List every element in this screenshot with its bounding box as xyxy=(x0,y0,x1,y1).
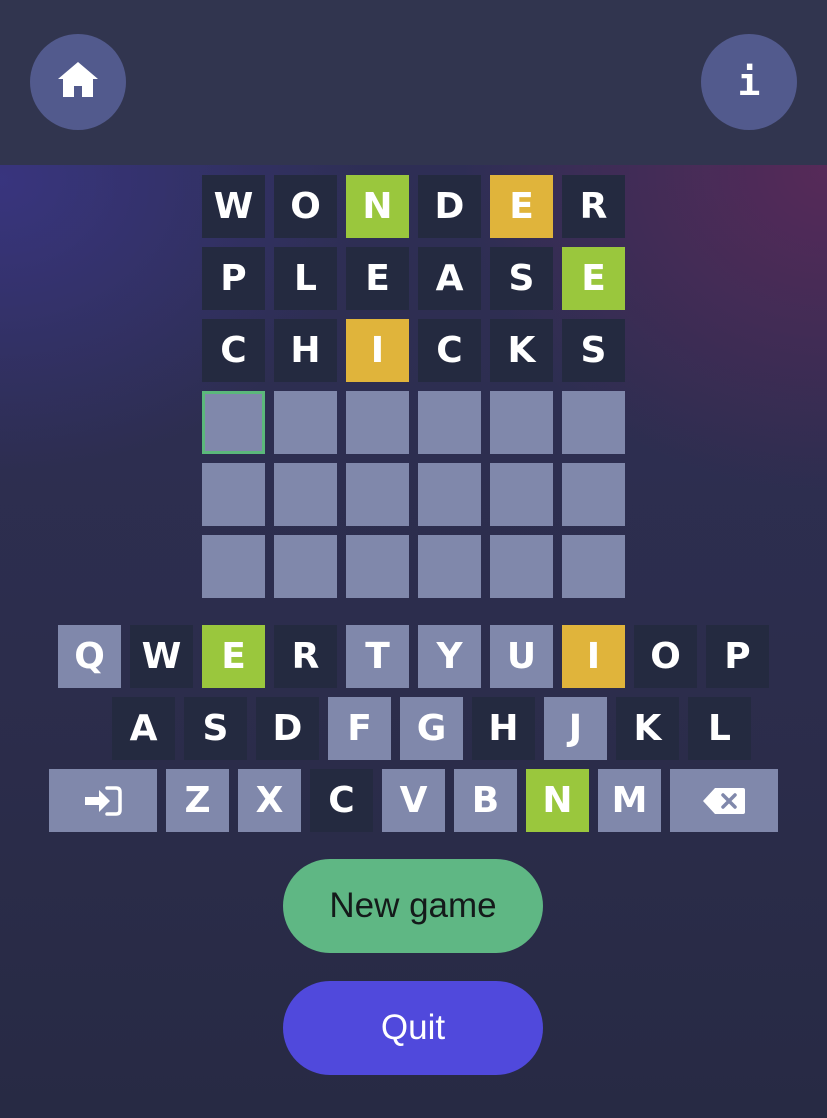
board-tile xyxy=(418,391,481,454)
board-tile: E xyxy=(346,247,409,310)
board-tile xyxy=(490,463,553,526)
board-tile xyxy=(202,391,265,454)
board-tile: A xyxy=(418,247,481,310)
key-i[interactable]: I xyxy=(562,625,625,688)
key-y[interactable]: Y xyxy=(418,625,481,688)
board-tile: H xyxy=(274,319,337,382)
board-tile: W xyxy=(202,175,265,238)
board-tile: R xyxy=(562,175,625,238)
board-tile: S xyxy=(490,247,553,310)
board-tile xyxy=(346,463,409,526)
key-k[interactable]: K xyxy=(616,697,679,760)
new-game-button[interactable]: New game xyxy=(283,859,543,953)
key-b[interactable]: B xyxy=(454,769,517,832)
board-tile xyxy=(562,535,625,598)
key-z[interactable]: Z xyxy=(166,769,229,832)
board-tile xyxy=(490,535,553,598)
keyboard-row-3: ZXCVBNM xyxy=(49,769,778,832)
board-tile: O xyxy=(274,175,337,238)
board-tile xyxy=(202,535,265,598)
key-d[interactable]: D xyxy=(256,697,319,760)
board-tile: C xyxy=(418,319,481,382)
board-tile xyxy=(274,463,337,526)
board-tile: E xyxy=(562,247,625,310)
backspace-icon xyxy=(702,787,746,815)
home-button[interactable] xyxy=(30,34,126,130)
key-s[interactable]: S xyxy=(184,697,247,760)
key-m[interactable]: M xyxy=(598,769,661,832)
board-tile xyxy=(418,535,481,598)
key-e[interactable]: E xyxy=(202,625,265,688)
key-j[interactable]: J xyxy=(544,697,607,760)
key-w[interactable]: W xyxy=(130,625,193,688)
board-tile: E xyxy=(490,175,553,238)
info-button[interactable]: i xyxy=(701,34,797,130)
info-icon: i xyxy=(737,60,761,104)
board-tile xyxy=(202,463,265,526)
key-o[interactable]: O xyxy=(634,625,697,688)
board-tile: K xyxy=(490,319,553,382)
board-tile xyxy=(274,391,337,454)
key-f[interactable]: F xyxy=(328,697,391,760)
key-r[interactable]: R xyxy=(274,625,337,688)
key-n[interactable]: N xyxy=(526,769,589,832)
board-tile xyxy=(346,535,409,598)
board-tile xyxy=(274,535,337,598)
key-g[interactable]: G xyxy=(400,697,463,760)
quit-button[interactable]: Quit xyxy=(283,981,543,1075)
game-board: WONDERPLEASECHICKS xyxy=(202,175,626,598)
board-tile: N xyxy=(346,175,409,238)
key-p[interactable]: P xyxy=(706,625,769,688)
board-tile: I xyxy=(346,319,409,382)
key-q[interactable]: Q xyxy=(58,625,121,688)
enter-icon xyxy=(83,785,123,817)
key-c[interactable]: C xyxy=(310,769,373,832)
keyboard-row-1: QWERTYUIOP xyxy=(58,625,769,688)
board-tile: L xyxy=(274,247,337,310)
key-l[interactable]: L xyxy=(688,697,751,760)
keyboard-row-2: ASDFGHJKL xyxy=(112,697,751,760)
board-tile xyxy=(562,391,625,454)
key-t[interactable]: T xyxy=(346,625,409,688)
board-tile xyxy=(418,463,481,526)
home-icon xyxy=(56,60,100,104)
board-tile xyxy=(562,463,625,526)
board-tile xyxy=(346,391,409,454)
board-tile xyxy=(490,391,553,454)
backspace-key[interactable] xyxy=(670,769,778,832)
enter-key[interactable] xyxy=(49,769,157,832)
key-h[interactable]: H xyxy=(472,697,535,760)
key-v[interactable]: V xyxy=(382,769,445,832)
key-x[interactable]: X xyxy=(238,769,301,832)
key-u[interactable]: U xyxy=(490,625,553,688)
board-tile: D xyxy=(418,175,481,238)
board-tile: S xyxy=(562,319,625,382)
key-a[interactable]: A xyxy=(112,697,175,760)
board-tile: C xyxy=(202,319,265,382)
board-tile: P xyxy=(202,247,265,310)
